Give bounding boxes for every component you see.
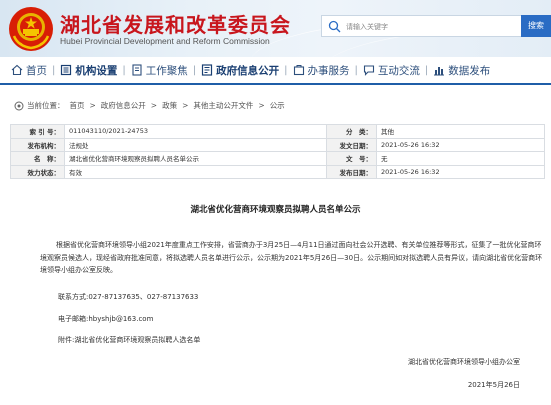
nav-item-work-focus[interactable]: 工作聚焦: [126, 63, 193, 78]
table-row: 索 引 号： 011043110/2021-24753 分 类： 其他: [10, 124, 545, 139]
breadcrumb-separator: >: [182, 101, 189, 110]
breadcrumb: 当前位置： 首页 > 政府信息公开 > 政策 > 其他主动公开文件 > 公示: [14, 100, 290, 111]
home-icon: [11, 64, 23, 76]
issuer-value: 法规处: [64, 137, 327, 152]
signing-date: 2021年5月26日: [467, 381, 520, 389]
document-number-value: 无: [376, 151, 545, 166]
status-label: 效力状态：: [10, 164, 65, 179]
breadcrumb-other-files[interactable]: 其他主动公开文件: [193, 100, 253, 111]
nav-item-data-release[interactable]: 数据发布: [428, 63, 495, 78]
location-pin-icon: [14, 101, 24, 110]
national-emblem-icon: [9, 7, 53, 51]
article-title: 湖北省优化营商环境观察员拟聘人员名单公示: [190, 205, 361, 215]
nav-label: 首页: [26, 64, 47, 77]
nav-label: 机构设置: [75, 64, 118, 77]
site-subtitle: Hubei Provincial Development and Reform …: [60, 36, 270, 46]
site-header: 湖北省发展和改革委员会 Hubei Provincial Development…: [0, 0, 551, 57]
name-label: 名 称：: [10, 151, 65, 166]
issuer-label: 发布机构：: [10, 137, 65, 152]
publish-date-value: 2021-05-26 16:32: [376, 137, 545, 152]
nav-label: 工作聚焦: [145, 64, 188, 77]
release-date-label: 发布日期：: [326, 164, 377, 179]
breadcrumb-prefix: 当前位置：: [27, 101, 65, 110]
doc-icon: [132, 64, 142, 76]
document-metadata-table: 索 引 号： 011043110/2021-24753 分 类： 其他 发布机构…: [10, 124, 545, 179]
contact-email[interactable]: 电子邮箱:hbyshjb@163.com: [58, 314, 153, 324]
category-value: 其他: [376, 124, 545, 139]
nav-item-home[interactable]: 首页: [6, 63, 52, 78]
breadcrumb-separator: >: [258, 101, 265, 110]
search-icon: [328, 20, 341, 33]
nav-item-info-disclosure[interactable]: 政府信息公开: [196, 63, 284, 78]
article-body: 根据省优化营商环境领导小组2021年度重点工作安排，省营商办于3月25日—4月1…: [40, 241, 543, 274]
nav-item-organization[interactable]: 机构设置: [55, 63, 122, 78]
info-icon: [202, 64, 213, 76]
index-number-value: 011043110/2021-24753: [64, 124, 327, 139]
attachment-link[interactable]: 附件:湖北省优化营商环境观察员拟聘人选名单: [58, 335, 200, 345]
search-button[interactable]: 搜索: [521, 15, 551, 37]
publish-date-label: 发文日期：: [326, 137, 377, 152]
breadcrumb-separator: >: [89, 101, 96, 110]
contact-phone: 联系方式:027-87137635、027-87137633: [58, 293, 199, 301]
nav-label: 互动交流: [377, 64, 420, 77]
signing-office: 湖北省优化营商环境领导小组办公室: [408, 358, 520, 366]
chat-icon: [363, 65, 374, 76]
category-label: 分 类：: [326, 124, 377, 139]
name-value: 湖北省优化营商环境观察员拟聘人员名单公示: [64, 151, 327, 166]
table-row: 名 称： 湖北省优化营商环境观察员拟聘人员名单公示 文 号： 无: [10, 151, 545, 166]
table-row: 发布机构： 法规处 发文日期： 2021-05-26 16:32: [10, 137, 545, 152]
service-icon: [293, 65, 304, 76]
breadcrumb-policy[interactable]: 政策: [162, 100, 177, 111]
chart-icon: [434, 67, 445, 76]
index-number-label: 索 引 号：: [10, 124, 65, 139]
nav-label: 数据发布: [448, 64, 491, 77]
org-icon: [61, 64, 72, 76]
nav-item-services[interactable]: 办事服务: [288, 63, 355, 78]
breadcrumb-home[interactable]: 首页: [70, 100, 85, 111]
status-value: 有效: [64, 164, 327, 179]
nav-label: 政府信息公开: [216, 64, 280, 77]
search-box: [321, 15, 521, 37]
release-date-value: 2021-05-26 16:32: [376, 164, 545, 179]
breadcrumb-notice[interactable]: 公示: [270, 100, 285, 111]
site-title: 湖北省发展和改革委员会: [60, 13, 291, 37]
breadcrumb-info-disclosure[interactable]: 政府信息公开: [101, 100, 146, 111]
table-row: 效力状态： 有效 发布日期： 2021-05-26 16:32: [10, 164, 545, 179]
main-nav: 首页 | 机构设置 | 工作聚焦 | 政府信息公开 | 办事服务 | 互动交流 …: [0, 57, 551, 85]
breadcrumb-separator: >: [150, 101, 158, 110]
search-input[interactable]: [346, 19, 516, 34]
nav-item-interaction[interactable]: 互动交流: [358, 63, 425, 78]
nav-label: 办事服务: [307, 64, 350, 77]
document-number-label: 文 号：: [326, 151, 377, 166]
